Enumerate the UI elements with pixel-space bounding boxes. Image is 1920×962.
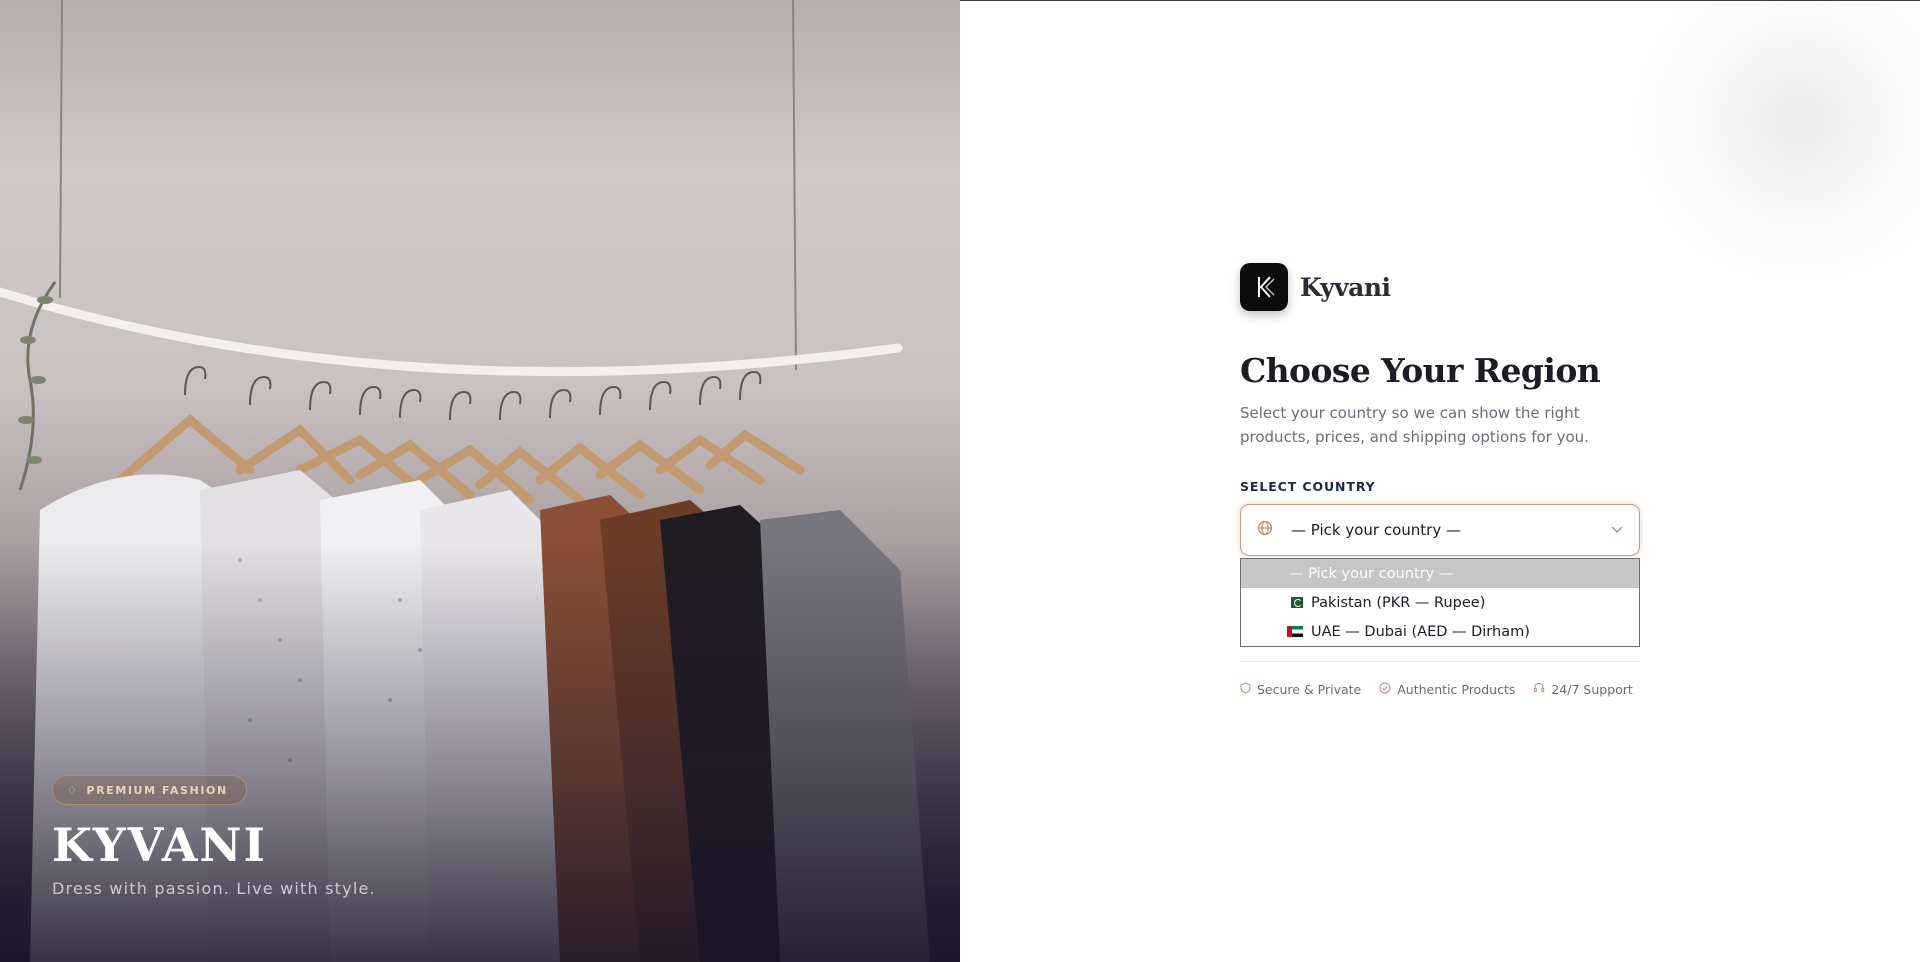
decorative-glow [1620, 1, 1920, 281]
option-label: — Pick your country — [1289, 565, 1454, 582]
hero-gradient-overlay [0, 542, 960, 962]
brand-name: Kyvani [1300, 272, 1391, 302]
trust-support: 24/7 Support [1533, 682, 1633, 697]
premium-badge: ♢ PREMIUM FASHION [52, 775, 247, 805]
diamond-icon: ♢ [67, 783, 79, 797]
flag-uae-icon [1287, 626, 1303, 637]
trust-label: Authentic Products [1397, 682, 1516, 697]
page-subtitle: Select your country so we can show the r… [1240, 404, 1589, 446]
country-option-pakistan[interactable]: Pakistan (PKR — Rupee) [1241, 588, 1639, 617]
chevron-down-icon [1611, 523, 1623, 537]
brand-logo-row: Kyvani [1240, 263, 1640, 311]
headset-icon [1533, 682, 1545, 697]
region-form-area: Kyvani Choose Your Region Select your co… [960, 0, 1920, 962]
hero-text-block: ♢ PREMIUM FASHION KYVANI Dress with pass… [52, 775, 376, 898]
hero-brand-title: KYVANI [52, 818, 267, 872]
brand-logo-icon [1240, 263, 1288, 311]
flag-pakistan-icon [1287, 597, 1303, 608]
page-title: Choose Your Region [1240, 351, 1601, 390]
region-panel: Kyvani Choose Your Region Select your co… [1240, 263, 1640, 697]
hero-tagline: Dress with passion. Live with style. [52, 879, 376, 898]
trust-secure: Secure & Private [1240, 682, 1361, 697]
country-option-uae[interactable]: UAE — Dubai (AED — Dirham) [1241, 617, 1639, 646]
country-select[interactable]: — Pick your country — [1240, 504, 1640, 556]
trust-authentic: Authentic Products [1379, 682, 1515, 697]
trust-label: 24/7 Support [1551, 682, 1633, 697]
divider [1240, 661, 1640, 662]
badge-label: PREMIUM FASHION [86, 783, 228, 797]
globe-icon [1257, 520, 1283, 540]
option-label: UAE — Dubai (AED — Dirham) [1311, 623, 1530, 640]
shield-icon [1240, 682, 1251, 697]
trust-badges: Secure & Private Authentic Products 24/7… [1240, 682, 1640, 697]
select-country-label: SELECT COUNTRY [1240, 479, 1376, 494]
trust-label: Secure & Private [1257, 682, 1362, 697]
check-circle-icon [1379, 682, 1391, 697]
country-option-placeholder[interactable]: — Pick your country — [1241, 559, 1639, 588]
country-select-value: — Pick your country — [1291, 521, 1461, 539]
option-label: Pakistan (PKR — Rupee) [1311, 594, 1486, 611]
hero-panel: ♢ PREMIUM FASHION KYVANI Dress with pass… [0, 0, 960, 962]
region-selector-page: ♢ PREMIUM FASHION KYVANI Dress with pass… [0, 0, 1920, 962]
country-dropdown-list: — Pick your country — Pakistan (PKR — Ru… [1240, 558, 1640, 647]
